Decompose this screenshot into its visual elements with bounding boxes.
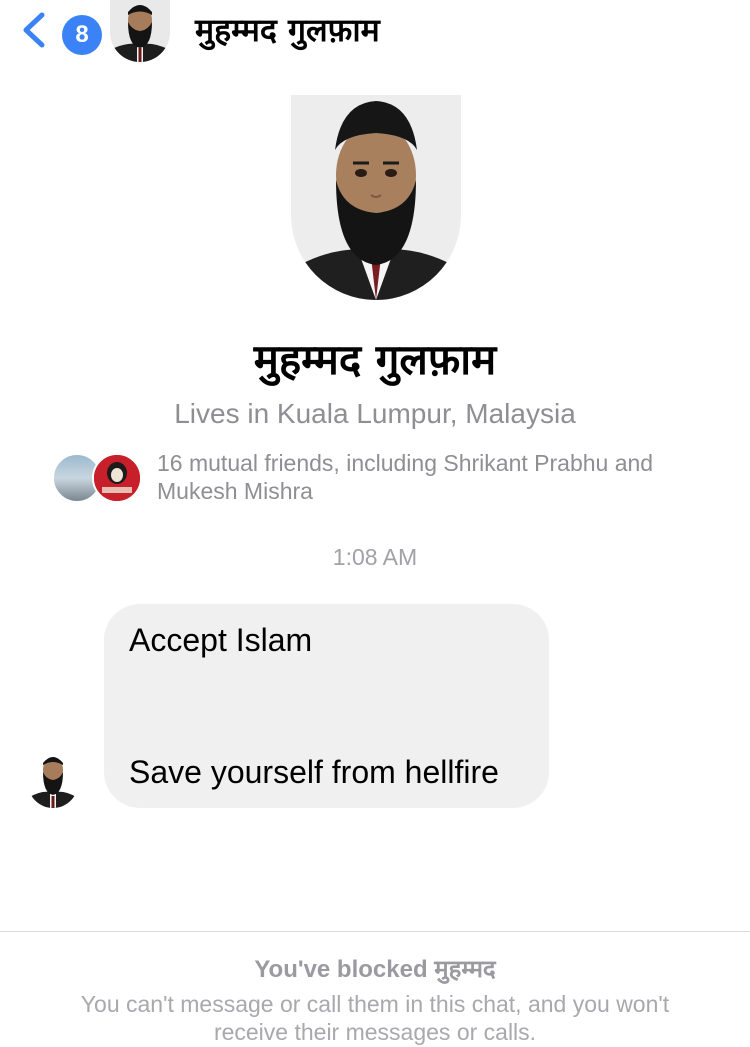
unread-count-badge: 8 <box>62 15 102 55</box>
blocked-title: You've blocked मुहम्मद <box>0 952 750 985</box>
back-button[interactable]: 8 <box>16 6 102 55</box>
mutual-friend-avatar <box>92 453 142 503</box>
blocked-title-prefix: You've blocked <box>254 956 428 983</box>
sender-avatar[interactable] <box>28 752 78 808</box>
profile-photo[interactable] <box>291 95 461 300</box>
header-avatar[interactable] <box>110 0 170 62</box>
header-contact-name[interactable]: मुहम्मद गुलफ़ाम <box>195 8 380 51</box>
message-text-line: Save yourself from hellfire <box>129 754 499 790</box>
footer-divider <box>0 931 750 932</box>
blocked-title-name: मुहम्मद <box>434 955 496 983</box>
blocked-description: You can't message or call them in this c… <box>80 991 670 1045</box>
profile-name: मुहम्मद गुलफ़ाम <box>253 335 497 384</box>
conversation-header: 8 मुहम्मद गुलफ़ाम <box>0 0 750 62</box>
message-bubble[interactable]: Accept Islam Save yourself from hellfire <box>104 604 549 808</box>
message-timestamp: 1:08 AM <box>332 544 418 570</box>
message-text-line: Accept Islam <box>129 622 313 658</box>
profile-location: Lives in Kuala Lumpur, Malaysia <box>174 398 576 429</box>
chevron-left-icon <box>23 12 45 48</box>
mutual-friends-avatars[interactable] <box>52 453 144 503</box>
mutual-friends-text: 16 mutual friends, including Shrikant Pr… <box>157 450 654 504</box>
